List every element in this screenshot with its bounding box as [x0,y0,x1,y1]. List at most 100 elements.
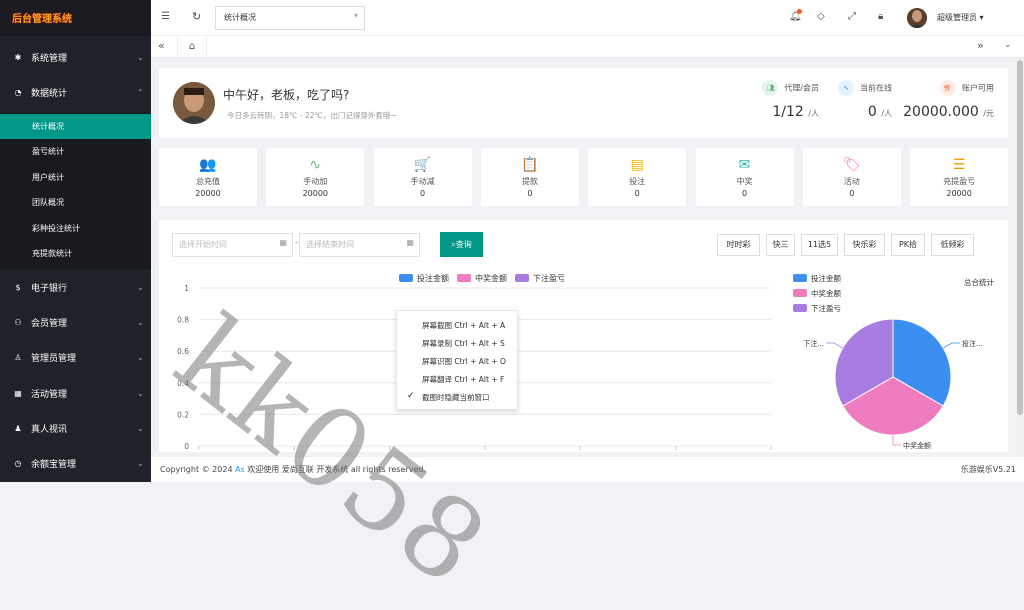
sidebar-item-activities[interactable]: ▦ 活动管理 ⌄ [0,376,151,411]
ctx-item-recognize[interactable]: 屏幕识图 Ctrl + Alt + O [422,356,506,367]
end-time-input[interactable]: 选择结束时间 ▦ [299,233,420,257]
copyright-link[interactable]: As [235,465,245,474]
lottery-button[interactable]: 11选5 [801,234,838,256]
sidebar-item-members[interactable]: ⚇ 会员管理 ⌄ [0,305,151,340]
scrollbar-thumb[interactable] [1017,60,1023,415]
sidebar-item-live-video[interactable]: ♟ 真人视讯 ⌄ [0,411,151,446]
theme-icon[interactable]: ◇ [817,11,825,22]
footer: Copyright © 2024 As 欢迎使用 爱尚互联 开发系统 all r… [151,456,1024,482]
lottery-button[interactable]: 低频彩 [931,234,974,256]
tabs-scroll-left-icon[interactable]: « [158,39,165,52]
copyright: Copyright © 2024 As 欢迎使用 爱尚互联 开发系统 all r… [160,464,426,475]
query-label: 查询 [455,240,472,249]
sidebar-item-ebank[interactable]: $ 电子银行 ⌄ [0,270,151,305]
query-button[interactable]: ⌕查询 [440,232,483,257]
gift-icon: ▦ [14,389,22,398]
sidebar-item-system[interactable]: ✱ 系统管理 ⌄ [0,40,151,75]
quick-card[interactable]: ∿ 手动加 20000 [266,148,365,206]
quick-card[interactable]: 🛒 手动减 0 [373,148,472,206]
pie-legend-swatch[interactable] [793,274,807,282]
sidebar-subitem-overview[interactable]: 统计概况 [0,114,151,139]
page-select-value: 统计概况 [224,13,256,22]
pie-chart: 总合统计投注金额中奖金额下注盈亏投注...中奖金额下注... [793,273,994,450]
page-select[interactable]: 统计概况 ▾ [215,6,365,30]
chevron-down-icon: ▾ [353,11,358,20]
calendar-icon: ▦ [406,238,414,247]
ctx-item-record[interactable]: 屏幕录制 Ctrl + Alt + S [422,338,505,349]
clipboard-icon: 📋 [521,157,539,173]
refresh-icon[interactable]: ↻ [192,10,201,23]
ctx-item-hide-window[interactable]: 截图时隐藏当前窗口 [422,392,490,403]
users-icon: ⚇ [14,318,22,327]
username-text: 超级管理员 [937,13,977,22]
avatar-image [907,8,927,28]
tab-home[interactable]: ⌂ [177,36,207,58]
user-icon: ♙ [14,353,22,362]
sidebar-item-label: 系统管理 [31,54,68,64]
sidebar-subitem-deposit-withdraw[interactable]: 充提款统计 [0,241,151,266]
tabs-menu-icon[interactable]: ⌄ [1004,40,1012,50]
pie-legend-label[interactable]: 中奖金额 [811,288,841,298]
welcome-avatar-image [173,82,215,124]
chevron-down-icon: ⌄ [137,459,144,468]
lottery-button[interactable]: 时时彩 [717,234,760,256]
menu-collapse-icon[interactable]: ☰ [161,11,170,22]
sidebar-subitem-team[interactable]: 团队概况 [0,190,151,215]
legend-label[interactable]: 中奖金额 [475,273,507,283]
username[interactable]: 超级管理员 ▾ [937,12,984,23]
pie-legend-label[interactable]: 下注盈亏 [811,303,841,313]
sidebar-item-data-stats[interactable]: ◔ 数据统计 ⌃ [0,75,151,110]
legend-swatch[interactable] [399,274,413,282]
quick-card-label: 充提盈亏 [943,177,976,186]
context-menu: 屏幕截图 Ctrl + Alt + A 屏幕录制 Ctrl + Alt + S … [396,310,518,410]
legend-label[interactable]: 下注盈亏 [533,273,565,283]
chevron-down-icon: ⌄ [137,53,144,62]
quick-card-label: 提款 [521,177,538,186]
sidebar-subitem-profit[interactable]: 盈亏统计 [0,139,151,164]
pie-legend-label[interactable]: 投注金额 [811,273,841,283]
lottery-button[interactable]: 快三 [766,234,795,256]
sidebar-item-label: 活动管理 [31,390,68,400]
lock-icon[interactable]: 🔒︎ [878,11,883,22]
stat-value: 20000.000 [903,104,979,120]
quick-card[interactable]: ▤ 投注 0 [588,148,687,206]
lottery-button[interactable]: PK拾 [891,234,925,256]
sidebar-subitem-users[interactable]: 用户统计 [0,165,151,190]
welcome-card: 中午好，老板，吃了吗? 今日多云转阴，18℃ - 22℃，出门记得穿外套哦~ 👥… [159,68,1008,138]
quick-card[interactable]: ✉ 中奖 0 [695,148,794,206]
bell-icon[interactable]: 🔔︎ [789,9,802,22]
legend-label[interactable]: 投注金额 [417,273,449,283]
stat-label: 账户可用 [962,83,994,93]
avatar[interactable] [907,8,927,28]
quick-card[interactable]: ☰ 充提盈亏 20000 [910,148,1009,206]
sidebar-item-balance[interactable]: ◷ 余额宝管理 ⌄ [0,446,151,481]
legend-swatch[interactable] [457,274,471,282]
weather-subtitle: 今日多云转阴，18℃ - 22℃，出门记得穿外套哦~ [227,111,397,120]
quick-card[interactable]: 📋 提款 0 [480,148,579,206]
pie-label-line [826,342,843,349]
sidebar-subitem-lottery-bets[interactable]: 彩种投注统计 [0,216,151,241]
quick-card-label: 中奖 [736,177,753,186]
tabs-scroll-right-icon[interactable]: » [977,39,984,52]
sidebar-item-admins[interactable]: ♙ 管理员管理 ⌄ [0,340,151,375]
chevron-down-icon: ⌄ [137,389,144,398]
quick-card-value: 0 [849,189,855,198]
sidebar-item-label: 余额宝管理 [31,460,77,470]
pie-legend-swatch[interactable] [793,304,807,312]
logo[interactable]: 后台管理系统 [0,0,151,36]
ctx-item-screenshot[interactable]: 屏幕截图 Ctrl + Alt + A [422,320,505,331]
vertical-scrollbar[interactable] [1016,58,1024,456]
legend-swatch[interactable] [515,274,529,282]
start-time-input[interactable]: 选择开始时间 ▦ [172,233,293,257]
quick-card[interactable]: 👥 总充值 20000 [159,148,257,206]
lottery-button[interactable]: 快乐彩 [844,234,885,256]
end-time-placeholder: 选择结束时间 [306,240,354,249]
ctx-item-translate[interactable]: 屏幕翻译 Ctrl + Alt + F [422,374,504,385]
dashboard-icon: ◔ [14,88,22,97]
copyright-suffix: 欢迎使用 爱尚互联 开发系统 all rights reserved. [244,465,426,474]
quick-card[interactable]: 🏷 活动 0 [802,148,901,206]
fullscreen-icon[interactable]: ⤢ [848,11,856,22]
logo-text: 后台管理系统 [12,14,72,25]
pie-label: 投注... [962,339,983,348]
pie-legend-swatch[interactable] [793,289,807,297]
